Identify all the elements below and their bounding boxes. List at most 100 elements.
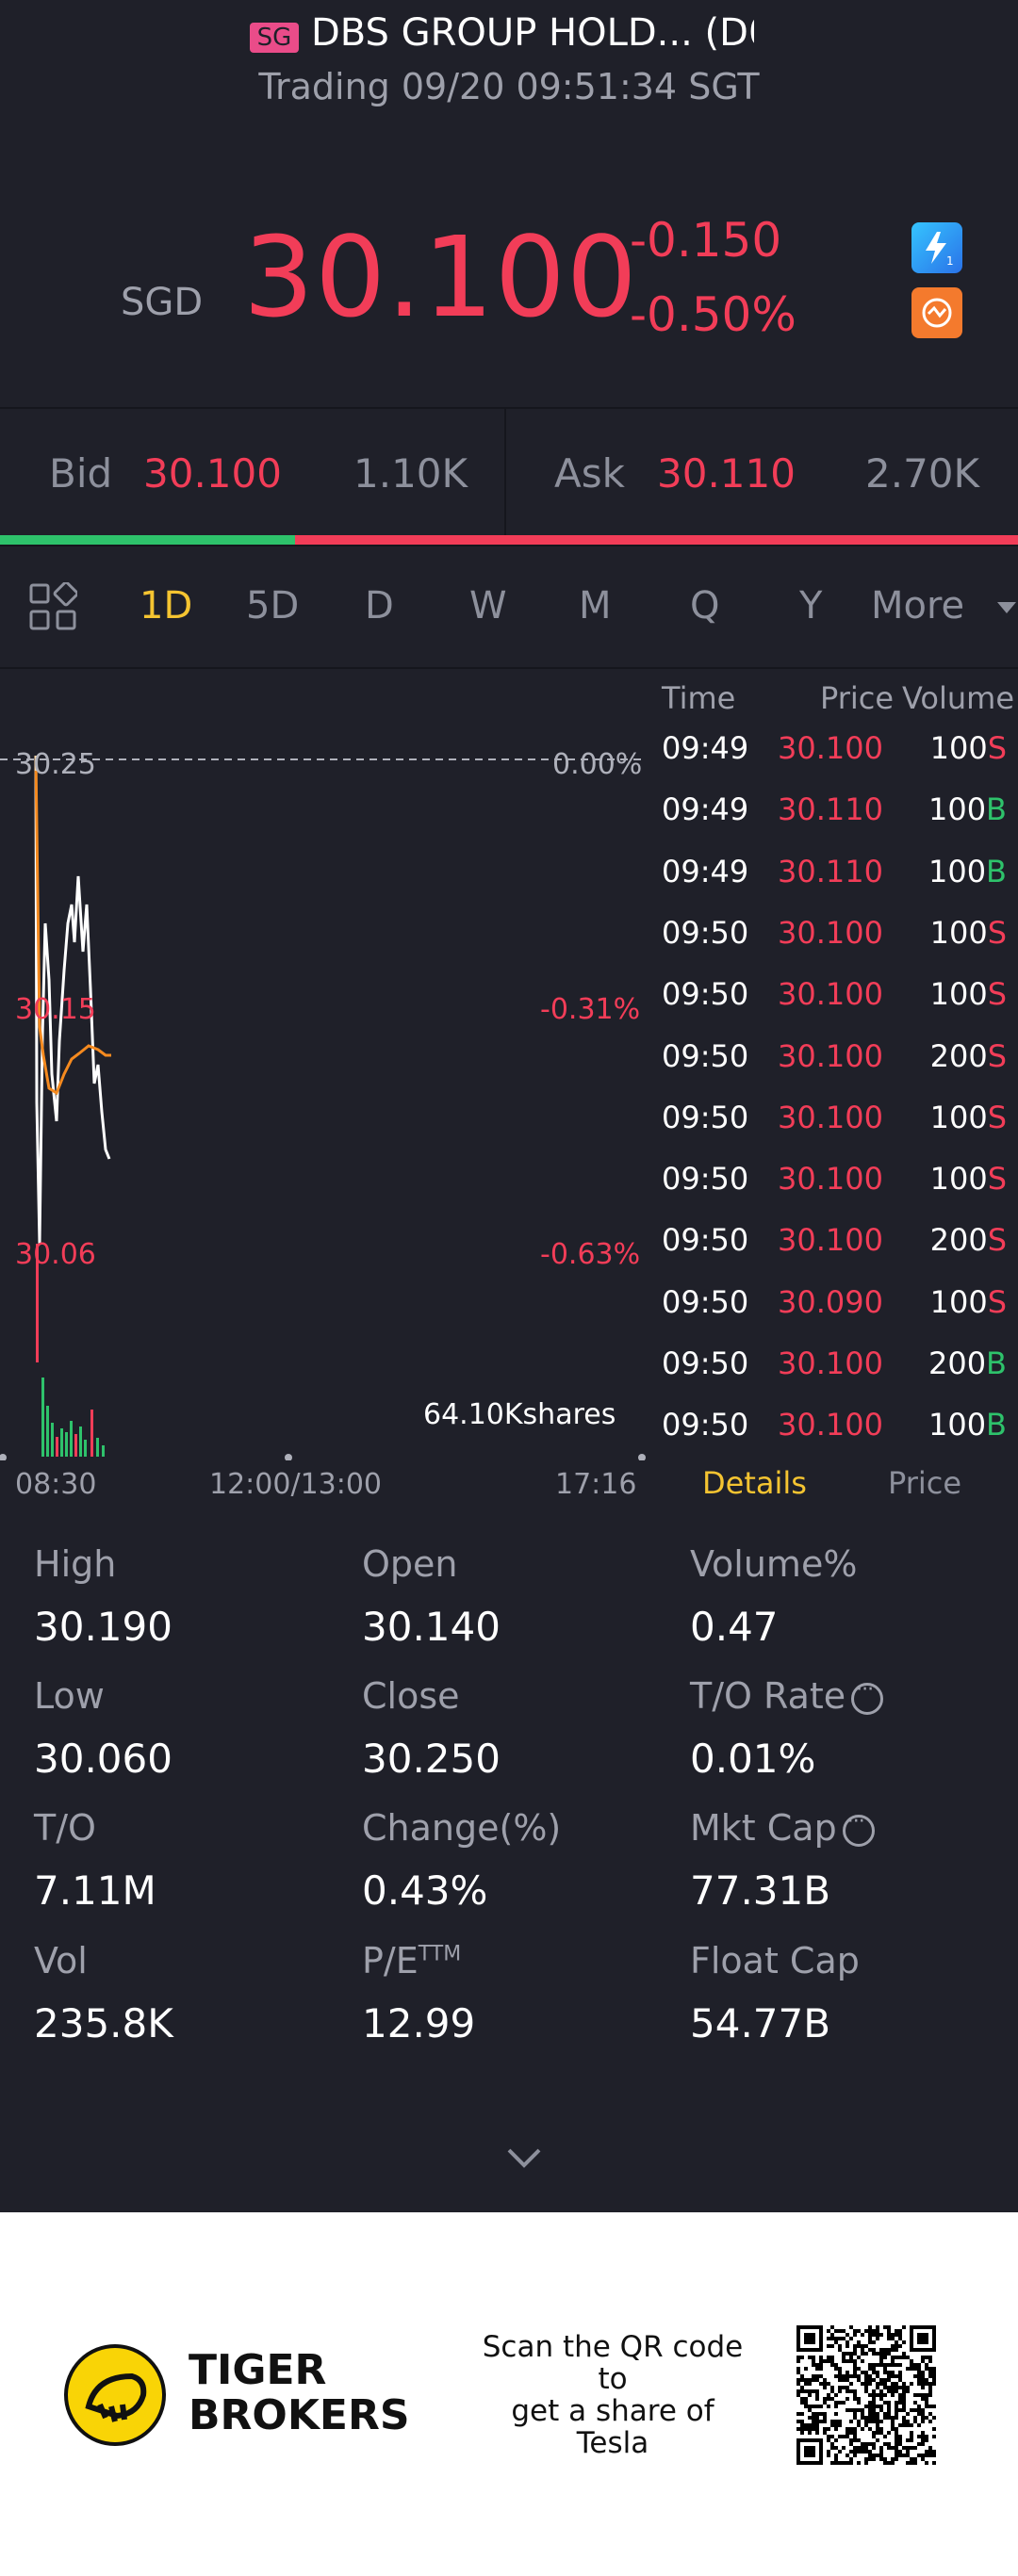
divider — [0, 545, 1018, 546]
trades-header-price: Price — [820, 680, 895, 716]
stat-label: Change(%) — [362, 1807, 561, 1849]
svg-text:1: 1 — [946, 254, 954, 267]
trade-volume: 200S — [930, 1222, 1007, 1258]
trade-time: 09:50 — [662, 976, 749, 1013]
more-info-icon[interactable] — [842, 1810, 875, 1847]
stat-label: Low — [34, 1675, 105, 1717]
stat-label-text: Close — [362, 1675, 460, 1717]
trade-volume-value: 100 — [928, 853, 987, 889]
ask-label: Ask — [554, 450, 625, 497]
price-axis-label: 30.06 — [15, 1238, 96, 1271]
trade-time: 09:50 — [662, 1407, 749, 1443]
trade-side: S — [987, 1222, 1007, 1259]
trading-status: Trading 09/20 09:51:34 SGT — [258, 66, 760, 107]
trade-time: 09:50 — [662, 1345, 749, 1381]
stat-label[interactable]: Mkt Cap — [690, 1807, 875, 1849]
stat-label: Volume% — [690, 1543, 857, 1585]
trade-row: 09:49 30.110 100B — [662, 854, 1018, 915]
lightning-level1-icon[interactable]: 1 — [911, 222, 962, 273]
time-axis-label: 17:16 — [555, 1468, 637, 1501]
stat-label-text: T/O — [34, 1807, 96, 1849]
stat-value: 12.99 — [362, 2000, 476, 2046]
trade-volume-value: 200 — [929, 1222, 988, 1259]
stat-label-text: Open — [362, 1543, 458, 1585]
trade-time: 09:49 — [662, 730, 749, 766]
bid-price: 30.100 — [143, 450, 282, 497]
trade-volume-value: 100 — [929, 730, 988, 766]
trade-price: 30.100 — [778, 730, 883, 766]
stat-label: T/O — [34, 1807, 96, 1849]
trade-price: 30.100 — [778, 1345, 883, 1381]
stat-value: 235.8K — [34, 2000, 173, 2046]
stat-value: 30.190 — [34, 1604, 172, 1650]
chevron-down-icon[interactable] — [997, 601, 1016, 614]
trade-volume: 100S — [930, 1161, 1007, 1197]
divider — [0, 407, 1018, 409]
trade-time: 09:50 — [662, 1099, 749, 1135]
header: SG DBS GROUP HOLD... (D05 Trading 09/20 … — [0, 0, 1018, 122]
stat-label: Open — [362, 1543, 458, 1585]
trade-time: 09:50 — [662, 914, 749, 951]
volume-label: 64.10Kshares — [423, 1398, 616, 1431]
trade-row: 09:50 30.100 100S — [662, 1161, 1018, 1222]
intraday-chart[interactable]: 30.25 30.15 30.06 0.00% -0.31% -0.63% 64… — [0, 669, 650, 1460]
tab-1d[interactable]: 1D — [140, 584, 192, 628]
last-price: 30.100 — [243, 212, 638, 342]
tab-weekly[interactable]: W — [469, 584, 507, 628]
qr-code[interactable] — [796, 2325, 936, 2465]
trade-side: S — [987, 1161, 1007, 1198]
tab-yearly[interactable]: Y — [799, 584, 822, 628]
time-axis-label: 08:30 — [15, 1468, 97, 1501]
stat-label-text: T/O Rate — [690, 1675, 846, 1717]
chevron-down-icon[interactable] — [505, 2146, 543, 2169]
share-footer: TIGER BROKERS Scan the QR code to get a … — [0, 2212, 1018, 2576]
divider — [504, 409, 506, 537]
brand-line: BROKERS — [189, 2391, 410, 2439]
stat-value: 0.47 — [690, 1604, 779, 1650]
trade-volume-value: 100 — [928, 791, 987, 828]
trade-price: 30.100 — [778, 914, 883, 951]
trade-price: 30.100 — [778, 1161, 883, 1198]
grid-menu-icon[interactable] — [28, 580, 79, 631]
stat-label[interactable]: T/O Rate — [690, 1675, 884, 1717]
trade-side: B — [986, 1407, 1007, 1443]
exchange-orange-icon[interactable] — [911, 287, 962, 338]
tab-details[interactable]: Details — [702, 1465, 807, 1501]
trade-row: 09:50 30.100 100B — [662, 1407, 1018, 1468]
stat-label-text: Vol — [34, 1940, 88, 1981]
stat-label: Vol — [34, 1940, 88, 1981]
stat-label-text: High — [34, 1543, 117, 1585]
tab-5d[interactable]: 5D — [246, 584, 299, 628]
trade-side: B — [986, 853, 1007, 889]
trade-row: 09:50 30.100 100S — [662, 915, 1018, 976]
stat-label: P/ETTM — [362, 1940, 461, 1981]
stat-label-text: Change(%) — [362, 1807, 562, 1849]
trade-price: 30.100 — [778, 1037, 883, 1074]
tab-monthly[interactable]: M — [579, 584, 612, 628]
trade-volume-value: 100 — [929, 914, 988, 951]
tab-daily[interactable]: D — [365, 584, 394, 628]
stat-label-text: Volume% — [690, 1543, 858, 1585]
trade-row: 09:49 30.100 100S — [662, 730, 1018, 791]
more-info-icon[interactable] — [851, 1678, 884, 1715]
tab-price[interactable]: Price — [888, 1465, 961, 1501]
trade-price: 30.110 — [778, 853, 883, 889]
price-axis-label: 30.25 — [15, 748, 96, 781]
trade-row: 09:50 30.100 200B — [662, 1345, 1018, 1407]
tiger-logo-icon — [64, 2344, 166, 2446]
tab-more[interactable]: More — [871, 584, 964, 628]
trade-time: 09:49 — [662, 853, 749, 889]
ask-size: 2.70K — [865, 450, 980, 497]
brand-line: TIGER — [189, 2346, 327, 2394]
stat-label-text: Float Cap — [690, 1940, 860, 1981]
trade-side: S — [987, 1099, 1007, 1135]
price-axis-label: 30.15 — [15, 993, 96, 1026]
trade-side: S — [987, 1283, 1007, 1320]
stock-title[interactable]: DBS GROUP HOLD... (D05 — [311, 11, 754, 55]
tab-quarterly[interactable]: Q — [690, 584, 719, 628]
stat-label-text: Low — [34, 1675, 105, 1717]
stat-value: 77.31B — [690, 1867, 831, 1914]
trade-volume: 200S — [930, 1038, 1007, 1074]
scan-line: to — [598, 2362, 628, 2396]
brand-name: TIGER BROKERS — [189, 2348, 410, 2438]
